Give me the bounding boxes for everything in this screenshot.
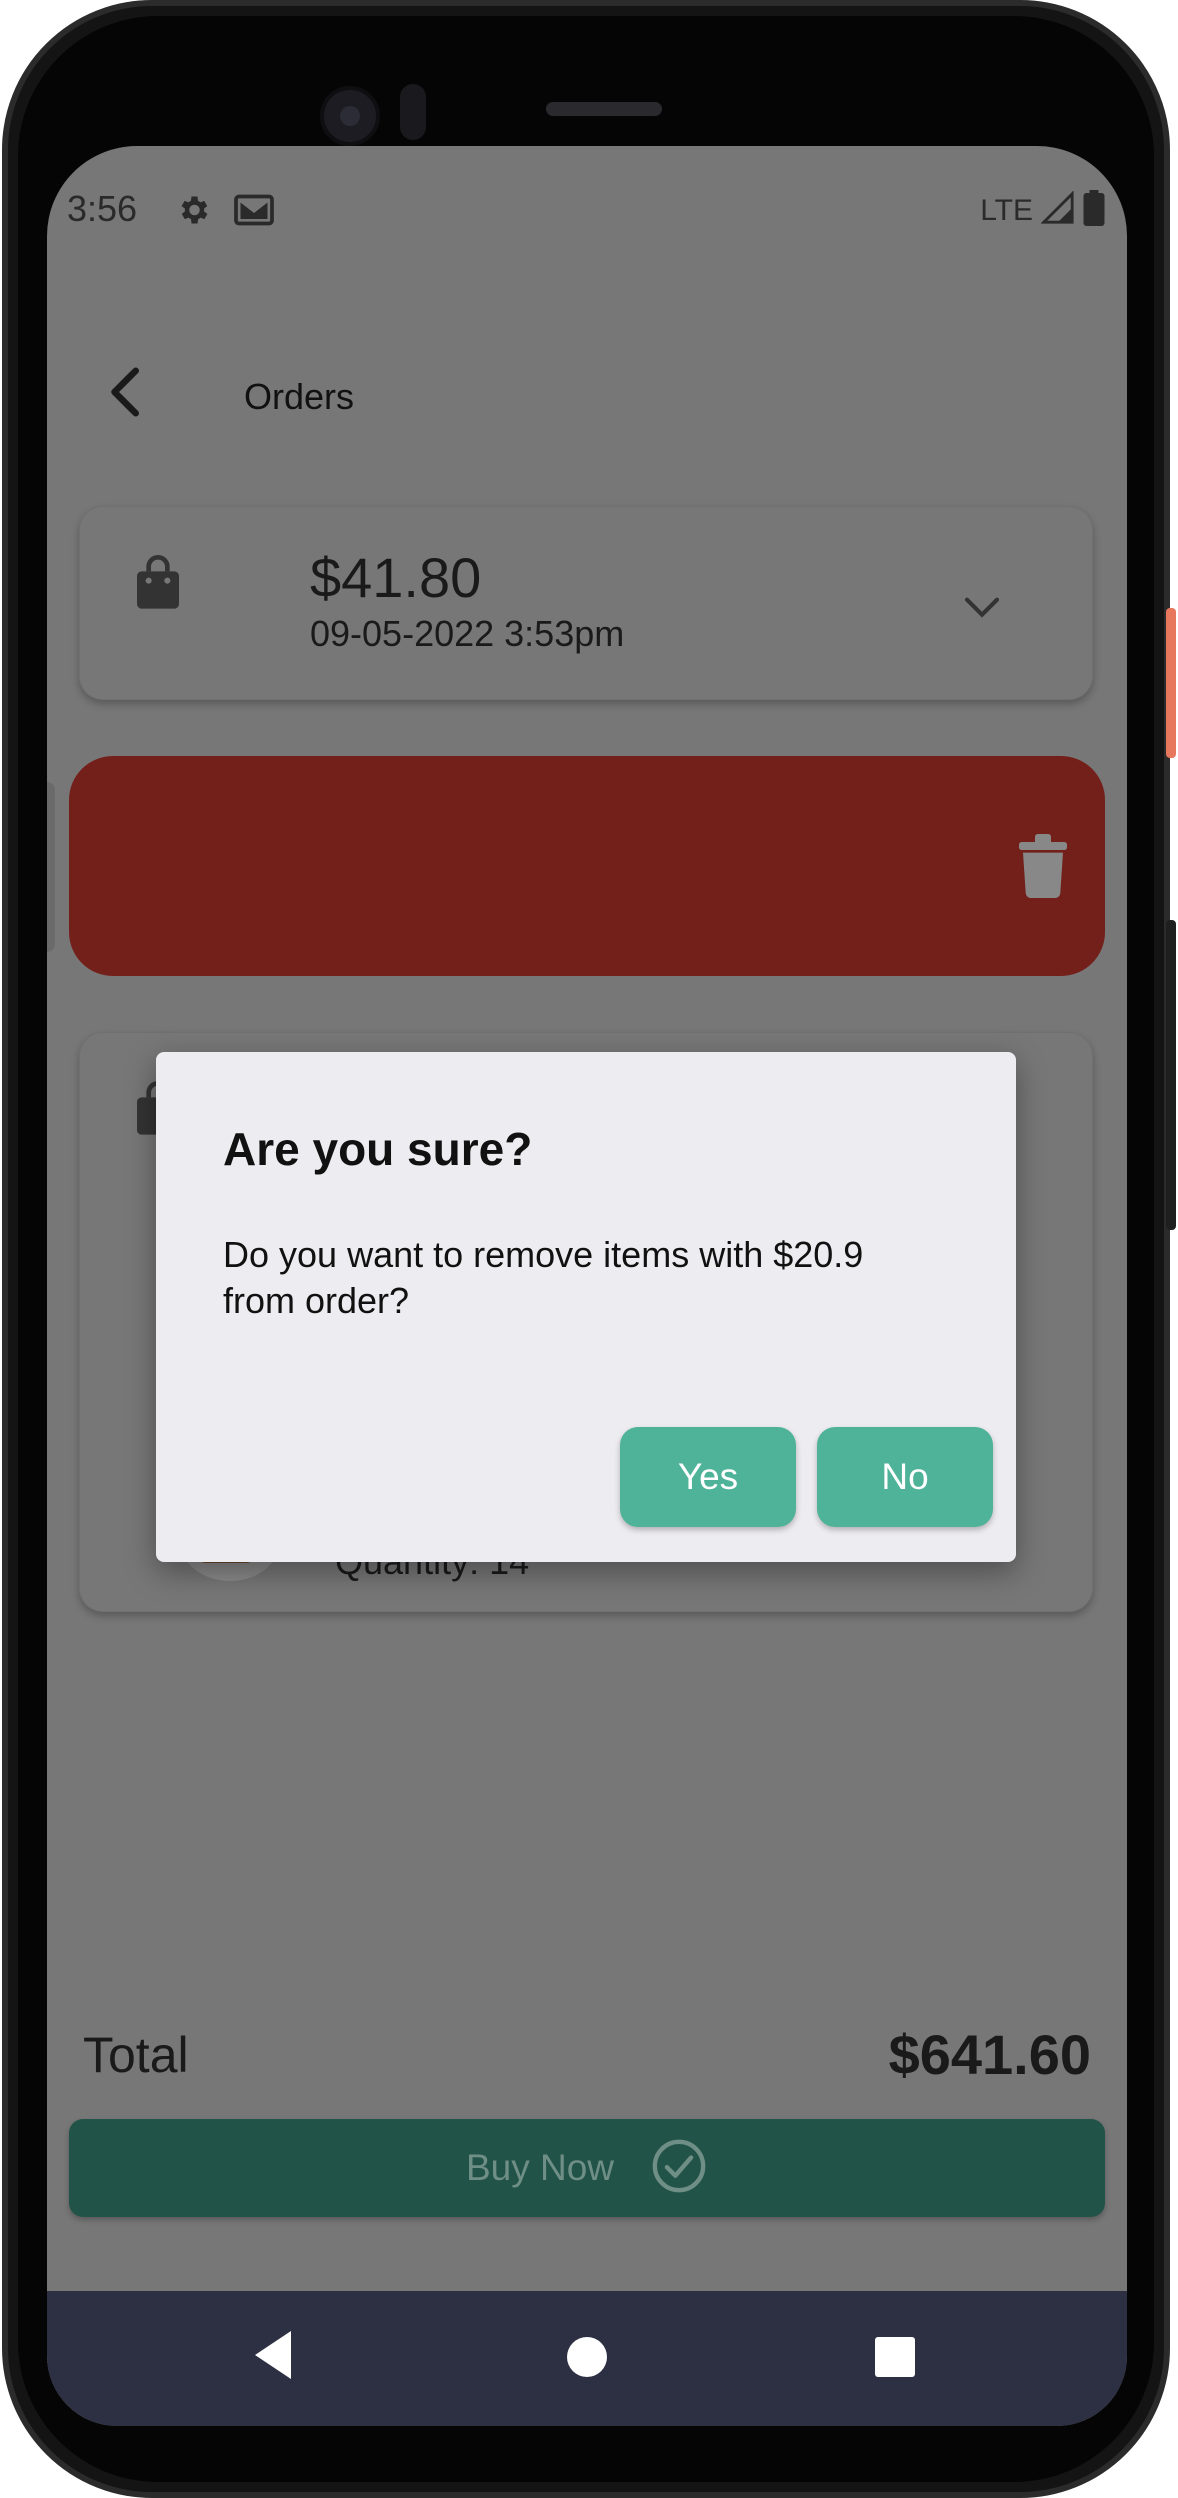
swiped-card-edge [47, 782, 55, 952]
page-title: Orders [244, 376, 355, 417]
yes-button[interactable]: Yes [620, 1427, 796, 1527]
total-label: Total [83, 2027, 189, 2083]
dialog-message: Do you want to remove items with $20.9 f… [223, 1234, 864, 1321]
shopping-bag-icon [133, 555, 183, 616]
nav-back-icon[interactable] [251, 2329, 295, 2386]
network-label: LTE [980, 193, 1033, 227]
status-time: 3:56 [67, 188, 138, 229]
chevron-down-icon[interactable] [962, 593, 1002, 628]
battery-icon [1083, 190, 1105, 231]
earpiece-speaker [546, 102, 662, 116]
buy-now-button[interactable]: Buy Now [69, 2119, 1105, 2217]
status-bar: 3:56 LTE [47, 146, 1127, 276]
gear-icon [175, 192, 211, 233]
volume-button [1166, 920, 1176, 1230]
buy-now-label: Buy Now [465, 2147, 615, 2188]
system-nav-bar [47, 2291, 1127, 2426]
app-header: Orders [47, 346, 1127, 446]
swipe-delete-background[interactable] [69, 756, 1105, 976]
order-amount: $41.80 [310, 546, 482, 609]
status-right: LTE [980, 190, 1105, 231]
no-button[interactable]: No [817, 1427, 993, 1527]
back-arrow-icon[interactable] [97, 362, 157, 422]
total-value: $641.60 [888, 2023, 1091, 2086]
mail-icon [233, 192, 275, 233]
nav-recents-icon[interactable] [875, 2337, 915, 2377]
order-card[interactable]: $41.80 09-05-2022 3:53pm [79, 506, 1093, 700]
power-button [1166, 608, 1176, 758]
trash-icon[interactable] [1019, 834, 1067, 903]
front-camera [320, 86, 380, 146]
screen: 3:56 LTE Orders $41.80 09-05-2022 3:53pm [47, 146, 1127, 2426]
dialog-title: Are you sure? [223, 1123, 533, 1175]
check-circle-icon [650, 2137, 708, 2200]
nav-home-icon[interactable] [567, 2337, 607, 2377]
proximity-sensor [400, 84, 426, 140]
signal-icon [1040, 190, 1075, 230]
order-date: 09-05-2022 3:53pm [310, 613, 625, 654]
confirm-dialog: Are you sure? Do you want to remove item… [156, 1052, 1016, 1562]
